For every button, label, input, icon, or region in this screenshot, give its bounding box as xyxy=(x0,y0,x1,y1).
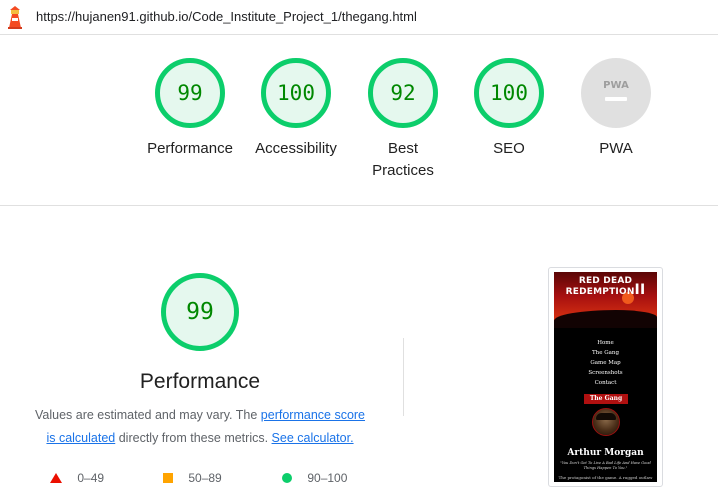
character-quote: "You Don't Get To Live A Bad Life And Ha… xyxy=(560,461,651,470)
character-name: Arthur Morgan xyxy=(567,448,644,458)
legend-fail: 0–49 xyxy=(50,471,104,485)
pwa-badge-text: PWA xyxy=(603,80,629,91)
performance-title: Performance xyxy=(139,370,261,393)
fail-triangle-icon xyxy=(50,473,62,483)
logo-numeral: II xyxy=(634,282,646,298)
character-portrait xyxy=(592,408,620,436)
gauge-label: PWA xyxy=(599,140,633,157)
final-screenshot[interactable]: RED DEAD REDEMPTIONII Home The Gang Game… xyxy=(548,267,663,487)
nav-item: The Gang xyxy=(592,350,619,356)
see-calculator-link[interactable]: See calculator. xyxy=(272,431,354,445)
page-url[interactable]: https://hujanen91.github.io/Code_Institu… xyxy=(36,9,417,24)
performance-description-line2: is calculated directly from these metric… xyxy=(0,431,400,445)
nav-item: Contact xyxy=(594,380,617,386)
legend-average: 50–89 xyxy=(163,471,222,485)
gauge-label: Performance xyxy=(147,140,233,157)
gauge-performance[interactable]: 99 Performance xyxy=(135,58,245,160)
nav-item: Home xyxy=(597,340,614,346)
pwa-badge-icon: PWA xyxy=(581,58,651,128)
gauge-score: 100 xyxy=(277,81,315,105)
desc-text: directly from these metrics. xyxy=(115,431,272,445)
performance-description: Values are estimated and may vary. The p… xyxy=(0,408,400,422)
gauge-best-practices[interactable]: 92 Best Practices xyxy=(348,58,458,182)
legend-pass: 90–100 xyxy=(282,471,347,485)
section-divider xyxy=(0,205,718,206)
character-caption: The protagonist of the game. A rugged ou… xyxy=(558,475,653,480)
gauge-label: Best Practices xyxy=(372,140,434,179)
vertical-divider xyxy=(403,338,404,416)
nav-item: Game Map xyxy=(590,360,621,366)
score-ring: 100 xyxy=(261,58,331,128)
hat-shape xyxy=(596,413,616,420)
average-square-icon xyxy=(163,473,173,483)
gauge-accessibility[interactable]: 100 Accessibility xyxy=(241,58,351,160)
lighthouse-icon xyxy=(6,5,24,34)
section-badge: The Gang xyxy=(584,394,628,404)
is-calculated-link[interactable]: is calculated xyxy=(46,431,115,445)
score-ring: 99 xyxy=(155,58,225,128)
performance-score-gauge: 99 xyxy=(161,273,239,351)
screenshot-viewport: RED DEAD REDEMPTIONII Home The Gang Game… xyxy=(554,272,657,482)
pass-circle-icon xyxy=(282,473,292,483)
logo-line2: REDEMPTION xyxy=(565,287,635,297)
performance-score: 99 xyxy=(186,299,214,325)
gauge-pwa[interactable]: PWA PWA xyxy=(561,58,671,160)
gauge-seo[interactable]: 100 SEO xyxy=(454,58,564,160)
legend-range: 50–89 xyxy=(188,471,222,485)
gauge-score: 99 xyxy=(177,81,203,105)
url-bar: https://hujanen91.github.io/Code_Institu… xyxy=(0,0,718,35)
score-ring: 92 xyxy=(368,58,438,128)
mobile-nav: Home The Gang Game Map Screenshots Conta… xyxy=(554,338,657,388)
legend-range: 90–100 xyxy=(307,471,348,485)
score-ring: 100 xyxy=(474,58,544,128)
performance-score-link[interactable]: performance score xyxy=(261,408,365,422)
gauge-label: Accessibility xyxy=(255,140,337,157)
gauge-score: 92 xyxy=(390,81,416,105)
gauge-score: 100 xyxy=(490,81,528,105)
game-logo: RED DEAD REDEMPTIONII xyxy=(554,277,657,298)
desc-text: Values are estimated and may vary. The xyxy=(34,408,261,422)
nav-item: Screenshots xyxy=(588,370,623,376)
gauge-label: SEO xyxy=(493,140,525,157)
hills-silhouette xyxy=(554,310,657,328)
legend-range: 0–49 xyxy=(77,471,105,485)
